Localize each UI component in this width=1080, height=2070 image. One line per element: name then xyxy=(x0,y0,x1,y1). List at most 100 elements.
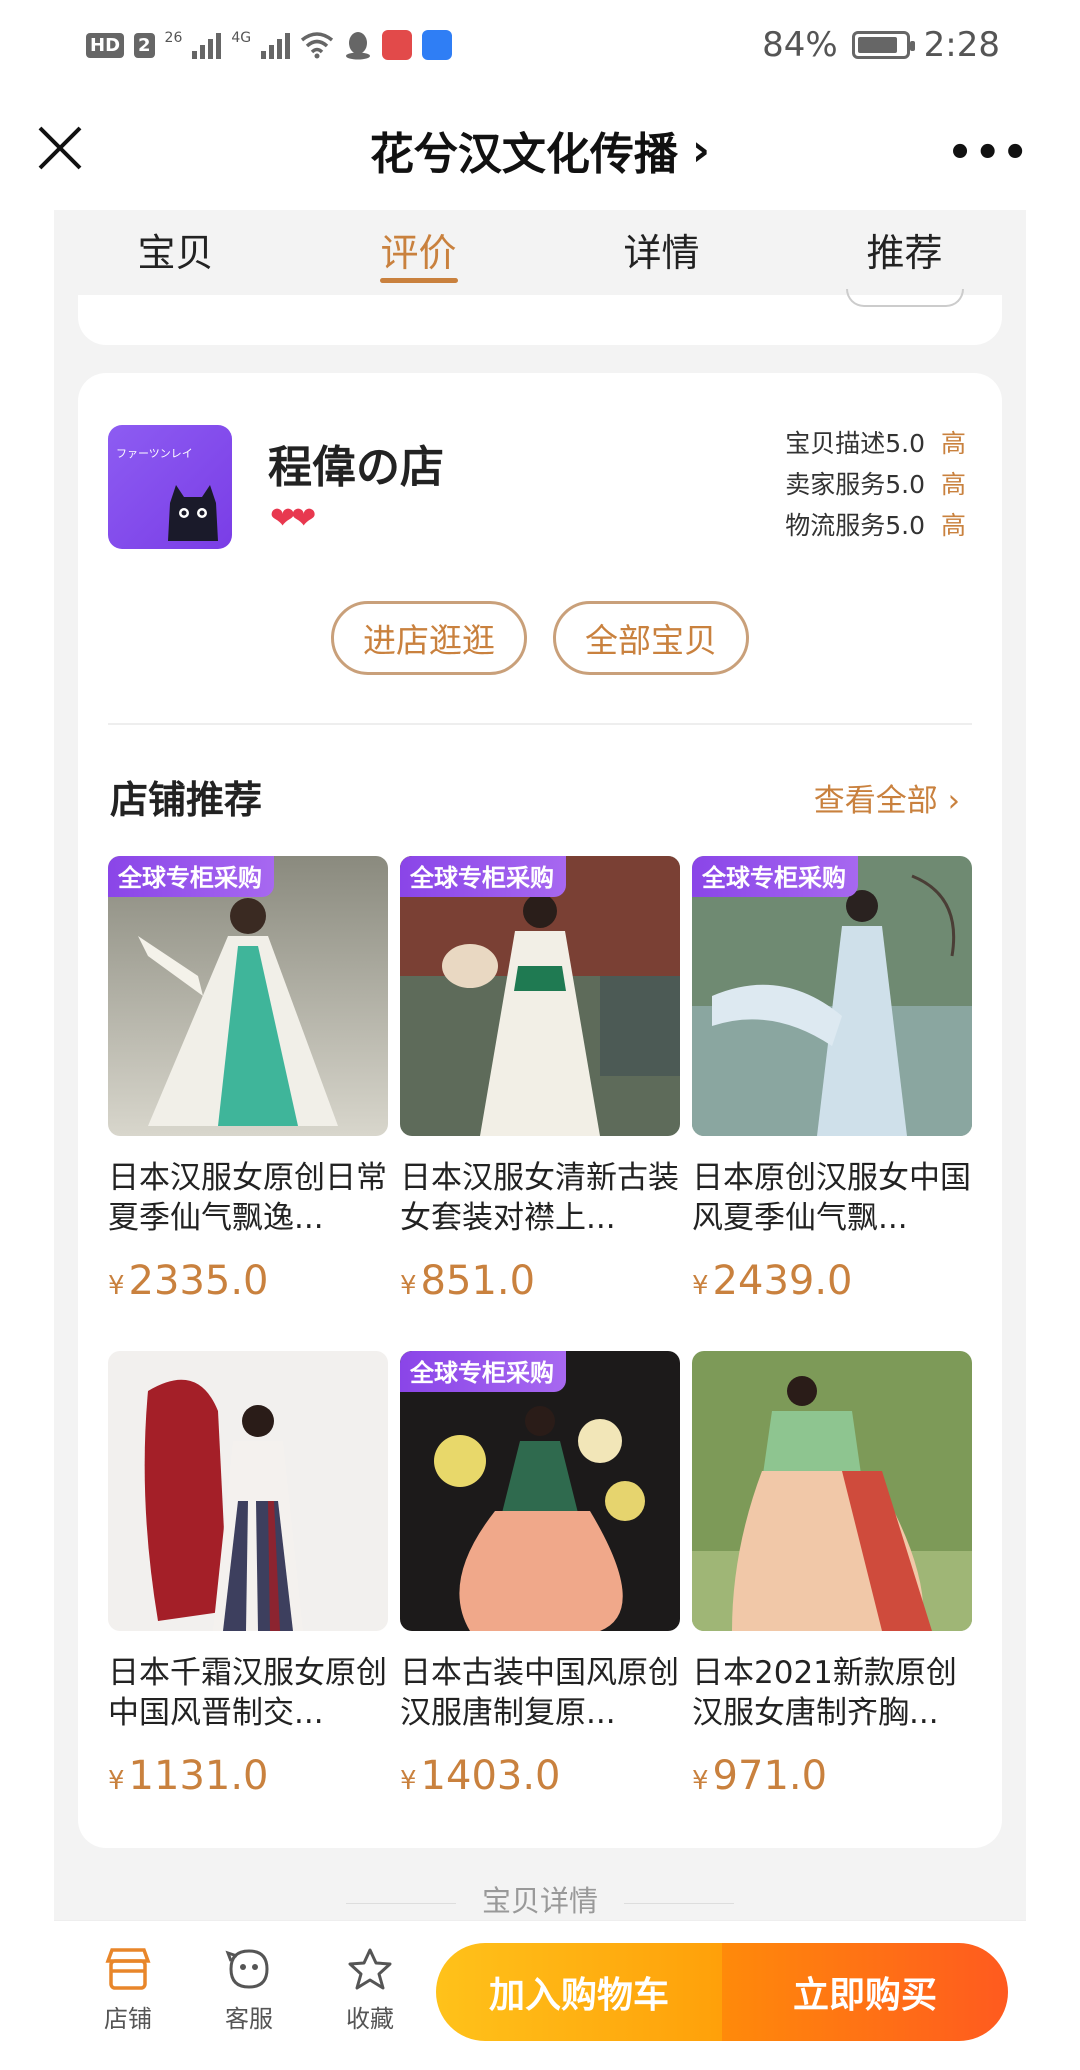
product-card[interactable]: 全球专柜采购 日本汉服女清新古装女套装对襟上... ¥851.0 xyxy=(400,856,680,1304)
header: 花兮汉文化传播 › ••• xyxy=(0,90,1080,210)
purchase-buttons: 加入购物车 立即购买 xyxy=(436,1943,1008,2041)
status-right: 84% 2:28 xyxy=(762,25,1000,65)
customer-service-button[interactable]: 客服 xyxy=(209,1947,289,2034)
currency-symbol: ¥ xyxy=(108,1766,125,1796)
rating-level: 高 xyxy=(940,470,966,499)
product-badge: 全球专柜采购 xyxy=(400,856,566,897)
tab-recommend[interactable]: 推荐 xyxy=(783,210,1026,295)
store-logo-text: ファーツンレイ xyxy=(116,447,193,460)
recommend-title: 店铺推荐 xyxy=(110,778,263,822)
product-image[interactable] xyxy=(692,1351,972,1631)
product-card[interactable]: 全球专柜采购 日本汉服女原创日常夏季仙气飘逸... ¥2335.0 xyxy=(108,856,388,1304)
currency-symbol: ¥ xyxy=(108,1271,125,1301)
currency-symbol: ¥ xyxy=(400,1766,417,1796)
store-level-hearts-icon: ❤❤ xyxy=(270,501,316,536)
rating-score: 5.0 xyxy=(885,429,925,458)
product-price: ¥851.0 xyxy=(400,1258,680,1304)
add-to-cart-button[interactable]: 加入购物车 xyxy=(436,1943,722,2041)
wifi-icon xyxy=(301,32,334,59)
previous-card-bottom xyxy=(78,289,1002,345)
rating-level: 高 xyxy=(940,429,966,458)
price-value: 2439.0 xyxy=(712,1258,853,1304)
star-icon xyxy=(348,1948,392,1990)
product-badge: 全球专柜采购 xyxy=(400,1351,566,1392)
signal-icon-2 xyxy=(261,31,291,59)
sim-icon: 2 xyxy=(134,32,155,58)
item-details-label: 宝贝详情 xyxy=(481,1884,598,1918)
tab-reviews[interactable]: 评价 xyxy=(297,210,540,295)
favorite-button[interactable]: 收藏 xyxy=(330,1947,410,2034)
rating-label: 宝贝描述 xyxy=(785,429,886,458)
store-logo[interactable]: ファーツンレイ xyxy=(108,425,232,549)
product-card[interactable]: 全球专柜采购 日本原创汉服女中国风夏季仙气飘... ¥2439.0 xyxy=(692,856,972,1304)
product-badge: 全球专柜采购 xyxy=(692,856,858,897)
store-card: ファーツンレイ 程偉の店 ❤❤ 宝贝描述5.0 高 卖家服务5.0 高 物流服务5.… xyxy=(78,373,1002,1848)
buy-now-button[interactable]: 立即购买 xyxy=(722,1943,1008,2041)
store-name[interactable]: 程偉の店 xyxy=(268,431,444,495)
product-card[interactable]: 日本2021新款原创汉服女唐制齐胸... ¥971.0 xyxy=(692,1351,972,1799)
all-items-button[interactable]: 全部宝贝 xyxy=(553,601,749,675)
product-name: 日本古装中国风原创汉服唐制复原... xyxy=(400,1655,679,1731)
price-value: 971.0 xyxy=(712,1753,828,1799)
favorite-label: 收藏 xyxy=(346,2005,394,2033)
qq-icon xyxy=(346,32,371,60)
item-details-divider: 宝贝详情 xyxy=(0,1878,1080,1920)
product-name: 日本汉服女清新古装女套装对襟上... xyxy=(400,1160,679,1236)
store-icon xyxy=(105,1948,151,1990)
divider xyxy=(108,723,972,725)
enter-store-button[interactable]: 进店逛逛 xyxy=(331,601,527,675)
battery-percent: 84% xyxy=(762,25,838,65)
bulb-app-icon xyxy=(422,30,453,60)
currency-symbol: ¥ xyxy=(692,1766,709,1796)
book-app-icon xyxy=(382,30,413,60)
network-label-1: 26 xyxy=(164,30,183,46)
tab-details[interactable]: 详情 xyxy=(540,210,783,295)
product-name: 日本千霜汉服女原创中国风晋制交... xyxy=(108,1655,387,1731)
hd-icon: HD xyxy=(86,32,125,58)
store-nav-label: 店铺 xyxy=(104,2005,152,2033)
bottom-action-bar: 店铺 客服 收藏 加入购物车 立即购买 xyxy=(54,1920,1026,2070)
product-price: ¥971.0 xyxy=(692,1753,972,1799)
product-image[interactable]: 全球专柜采购 xyxy=(108,856,388,1136)
more-icon[interactable]: ••• xyxy=(947,130,1030,176)
price-value: 851.0 xyxy=(420,1258,536,1304)
network-label-2: 4G xyxy=(231,30,252,46)
rating-row-logistics: 物流服务5.0 高 xyxy=(785,505,966,546)
status-left: HD 2 26 4G xyxy=(86,30,453,60)
status-bar: HD 2 26 4G 84% 2:28 xyxy=(0,0,1080,90)
signal-icon xyxy=(192,31,222,59)
product-name: 日本汉服女原创日常夏季仙气飘逸... xyxy=(108,1160,387,1236)
page-title: 花兮汉文化传播 xyxy=(369,129,678,180)
view-all-link[interactable]: 查看全部 › xyxy=(814,775,960,820)
rating-label: 物流服务 xyxy=(785,511,886,540)
currency-symbol: ¥ xyxy=(692,1271,709,1301)
close-icon[interactable] xyxy=(32,120,88,176)
battery-icon xyxy=(851,31,915,59)
store-ratings: 宝贝描述5.0 高 卖家服务5.0 高 物流服务5.0 高 xyxy=(785,423,966,546)
product-image[interactable]: 全球专柜采购 xyxy=(400,1351,680,1631)
price-value: 1403.0 xyxy=(420,1753,561,1799)
chevron-right-icon: › xyxy=(691,124,711,176)
customer-service-icon xyxy=(225,1949,269,1989)
previous-card-button-edge xyxy=(846,289,964,307)
currency-symbol: ¥ xyxy=(400,1271,417,1301)
product-price: ¥2335.0 xyxy=(108,1258,388,1304)
product-price: ¥1403.0 xyxy=(400,1753,680,1799)
product-image[interactable]: 全球专柜采购 xyxy=(400,856,680,1136)
rating-score: 5.0 xyxy=(885,511,925,540)
price-value: 1131.0 xyxy=(128,1753,269,1799)
tab-items[interactable]: 宝贝 xyxy=(54,210,297,295)
product-name: 日本2021新款原创汉服女唐制齐胸... xyxy=(692,1655,957,1731)
customer-service-label: 客服 xyxy=(225,2005,273,2033)
product-card[interactable]: 全球专柜采购 日本古装中国风原创汉服唐制复原... ¥1403.0 xyxy=(400,1351,680,1799)
product-image[interactable] xyxy=(108,1351,388,1631)
tab-bar: 宝贝 评价 详情 推荐 xyxy=(54,210,1026,295)
rating-score: 5.0 xyxy=(885,470,925,499)
store-nav-button[interactable]: 店铺 xyxy=(88,1947,168,2034)
product-badge: 全球专柜采购 xyxy=(108,856,274,897)
product-image[interactable]: 全球专柜采购 xyxy=(692,856,972,1136)
battery-fill xyxy=(857,37,897,53)
product-card[interactable]: 日本千霜汉服女原创中国风晋制交... ¥1131.0 xyxy=(108,1351,388,1799)
clock: 2:28 xyxy=(923,25,1000,65)
shop-title-link[interactable]: 花兮汉文化传播 › xyxy=(370,118,710,182)
